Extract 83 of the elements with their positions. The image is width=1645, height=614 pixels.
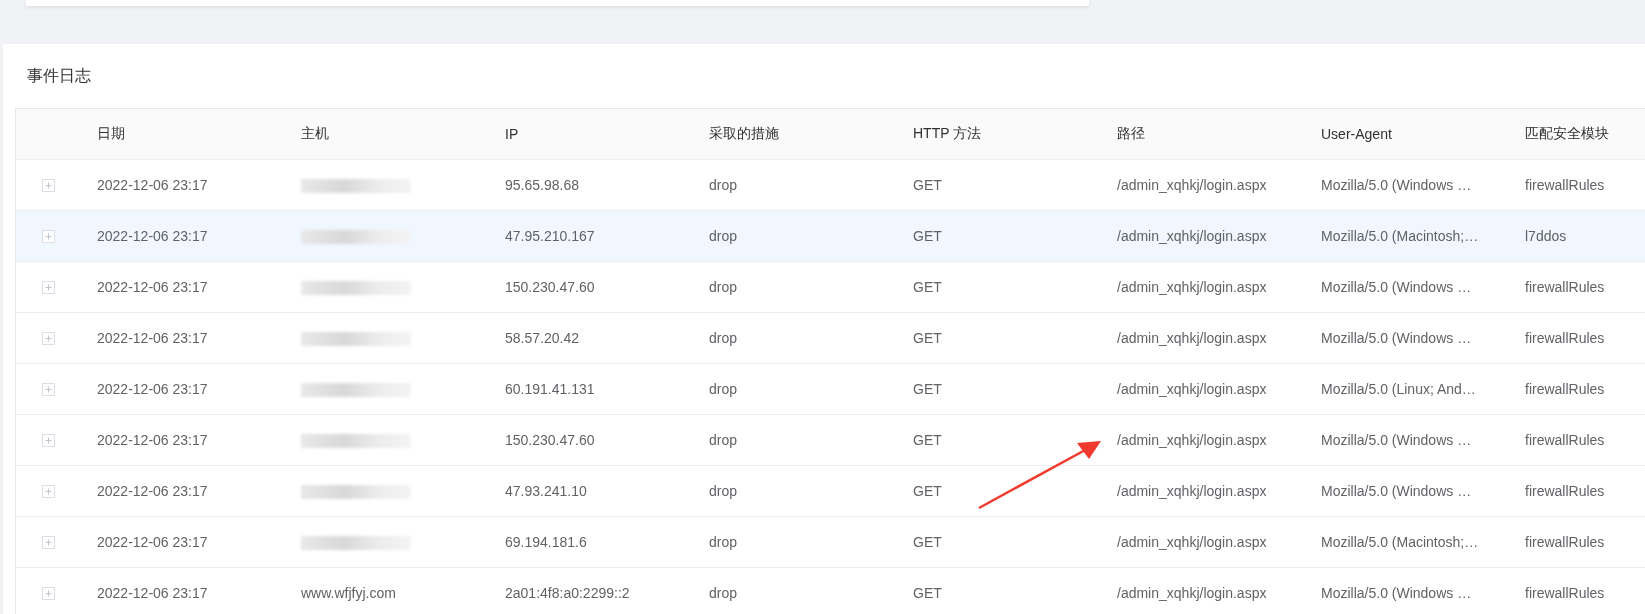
table-cell: /admin_xqhkj/login.aspx xyxy=(1117,534,1267,550)
table-cell: Mozilla/5.0 (Windows … xyxy=(1321,585,1472,601)
table-cell: /admin_xqhkj/login.aspx xyxy=(1117,279,1267,295)
expand-icon[interactable] xyxy=(42,382,55,396)
table-cell: firewallRules xyxy=(1525,177,1605,193)
table-cell: Mozilla/5.0 (Windows … xyxy=(1321,483,1472,499)
table-cell: drop xyxy=(709,279,738,295)
table-cell: 95.65.98.68 xyxy=(505,177,579,193)
column-header: 路径 xyxy=(1116,125,1146,143)
table-cell: /admin_xqhkj/login.aspx xyxy=(1117,228,1267,244)
table-cell: drop xyxy=(709,177,738,193)
table-cell: 150.230.47.60 xyxy=(505,279,595,295)
table-cell: 2022-12-06 23:17 xyxy=(97,279,208,295)
column-header: HTTP 方法 xyxy=(912,125,983,143)
table-cell: Mozilla/5.0 (Macintosh;… xyxy=(1321,534,1479,550)
table-cell: GET xyxy=(913,585,942,601)
highlighted-row[interactable]: 2022-12-06 23:17 47.95.210.167 drop GET /admin_xqhkj/login.aspx Mozilla/5.0 (Macintosh;… l7ddos xyxy=(16,211,1645,262)
table-cell: 150.230.47.60 xyxy=(505,432,595,448)
table-cell: 58.57.20.42 xyxy=(505,330,579,346)
expand-icon[interactable] xyxy=(42,178,55,192)
table-cell: /admin_xqhkj/login.aspx xyxy=(1117,432,1267,448)
column-header: 日期 xyxy=(96,125,126,143)
table-cell: /admin_xqhkj/login.aspx xyxy=(1117,177,1267,193)
table-cell: drop xyxy=(709,330,738,346)
expand-icon[interactable] xyxy=(42,433,55,447)
table-cell: 2022-12-06 23:17 xyxy=(97,381,208,397)
table-cell: 60.191.41.131 xyxy=(505,381,595,397)
table-cell: firewallRules xyxy=(1525,432,1605,448)
table-cell: www.wfjfyj.com xyxy=(301,585,396,601)
table-cell: 2022-12-06 23:17 xyxy=(97,585,208,601)
table-cell: 47.95.210.167 xyxy=(505,228,595,244)
table-cell: Mozilla/5.0 (Windows … xyxy=(1321,279,1472,295)
table-cell: GET xyxy=(913,177,942,193)
table-cell: GET xyxy=(913,483,942,499)
table-cell: Mozilla/5.0 (Windows … xyxy=(1321,432,1472,448)
column-header: 采取的措施 xyxy=(708,125,780,143)
table-cell: firewallRules xyxy=(1525,585,1605,601)
expand-icon[interactable] xyxy=(42,280,55,294)
table-cell: /admin_xqhkj/login.aspx xyxy=(1117,381,1267,397)
expand-icon[interactable] xyxy=(42,535,55,549)
table-cell: 2022-12-06 23:17 xyxy=(97,228,208,244)
table-cell: 69.194.181.6 xyxy=(505,534,587,550)
table-cell: Mozilla/5.0 (Windows … xyxy=(1321,330,1472,346)
table-cell: /admin_xqhkj/login.aspx xyxy=(1117,585,1267,601)
table-cell: GET xyxy=(913,534,942,550)
table-cell: firewallRules xyxy=(1525,483,1605,499)
table-cell: 2022-12-06 23:17 xyxy=(97,483,208,499)
table-cell: GET xyxy=(913,330,942,346)
table-cell: 2a01:4f8:a0:2299::2 xyxy=(505,585,630,601)
expand-icon[interactable] xyxy=(42,331,55,345)
table-cell: 2022-12-06 23:17 xyxy=(97,432,208,448)
table-cell: GET xyxy=(913,228,942,244)
table-cell: /admin_xqhkj/login.aspx xyxy=(1117,483,1267,499)
column-header: IP xyxy=(504,126,520,142)
table-cell: Mozilla/5.0 (Windows … xyxy=(1321,177,1472,193)
table-cell: firewallRules xyxy=(1525,381,1605,397)
column-header: 匹配安全模块 xyxy=(1524,125,1610,143)
table-cell: l7ddos xyxy=(1525,228,1567,244)
table-cell: drop xyxy=(709,381,738,397)
table-cell: GET xyxy=(913,432,942,448)
table-cell: drop xyxy=(709,483,738,499)
table-cell: drop xyxy=(709,228,738,244)
column-header: 主机 xyxy=(300,125,330,143)
expand-icon[interactable] xyxy=(42,484,55,498)
table-cell: firewallRules xyxy=(1525,330,1605,346)
table-cell: drop xyxy=(709,585,738,601)
expand-icon[interactable] xyxy=(42,586,55,600)
expand-icon[interactable] xyxy=(42,229,55,243)
table-cell: 2022-12-06 23:17 xyxy=(97,177,208,193)
table-cell: GET xyxy=(913,381,942,397)
panel-title: 事件日志 xyxy=(26,66,92,86)
table-cell: GET xyxy=(913,279,942,295)
table-cell: /admin_xqhkj/login.aspx xyxy=(1117,330,1267,346)
table-cell: firewallRules xyxy=(1525,534,1605,550)
table-cell: Mozilla/5.0 (Linux; And… xyxy=(1321,381,1476,397)
table-cell: 2022-12-06 23:17 xyxy=(97,534,208,550)
table-cell: Mozilla/5.0 (Macintosh;… xyxy=(1321,228,1479,244)
table-cell: 47.93.241.10 xyxy=(505,483,587,499)
table-cell: firewallRules xyxy=(1525,279,1605,295)
table-cell: drop xyxy=(709,534,738,550)
table-cell: drop xyxy=(709,432,738,448)
table-cell: 2022-12-06 23:17 xyxy=(97,330,208,346)
column-header: User-Agent xyxy=(1320,126,1393,142)
